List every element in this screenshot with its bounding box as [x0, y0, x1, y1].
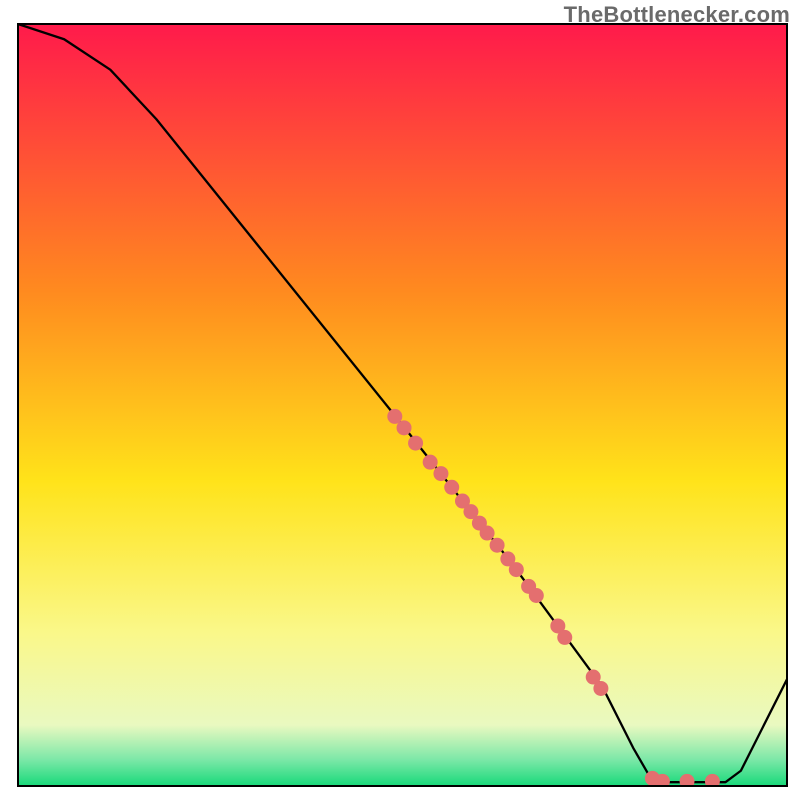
data-point: [593, 681, 608, 696]
data-point: [480, 526, 495, 541]
data-point: [444, 480, 459, 495]
bottleneck-chart: [0, 0, 800, 800]
gradient-background: [18, 24, 787, 786]
data-point: [423, 455, 438, 470]
data-point: [529, 588, 544, 603]
data-point: [397, 420, 412, 435]
data-point: [557, 630, 572, 645]
data-point: [509, 562, 524, 577]
watermark-label: TheBottlenecker.com: [564, 2, 790, 28]
data-point: [433, 466, 448, 481]
data-point: [490, 538, 505, 553]
data-point: [408, 436, 423, 451]
